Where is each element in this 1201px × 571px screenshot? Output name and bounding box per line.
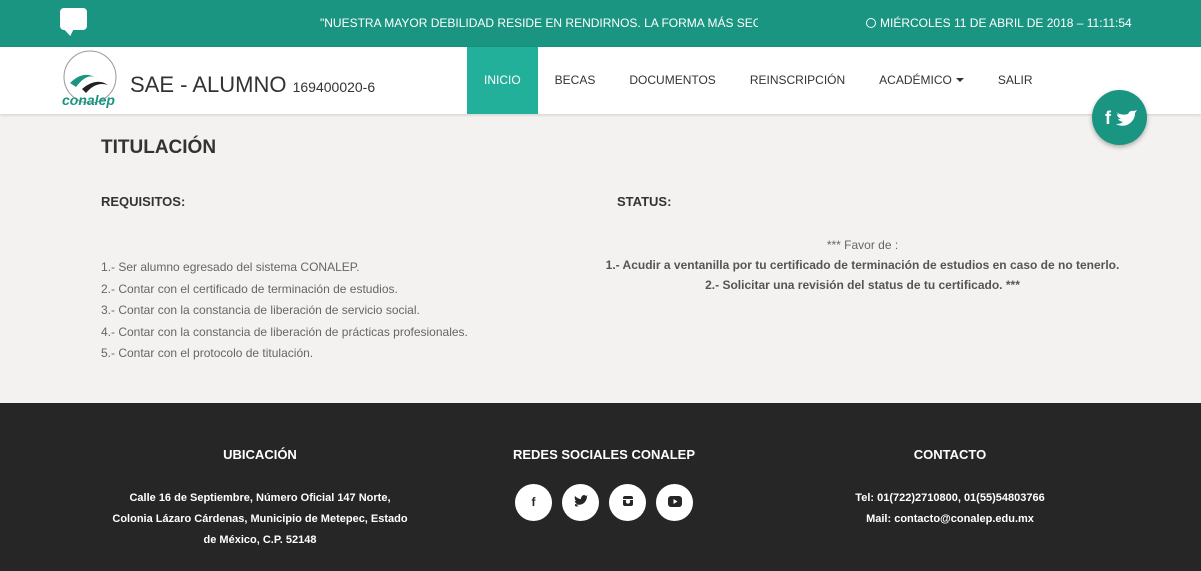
requirements-list: 1.- Ser alumno egresado del sistema CONA… (101, 257, 468, 365)
nav-item-academico-label: ACADÉMICO (879, 73, 952, 87)
contact-mail[interactable]: Mail: contacto@conalep.edu.mx (800, 509, 1100, 530)
nav-item-becas[interactable]: BECAS (538, 47, 613, 114)
page-title: TITULACIÓN (101, 137, 217, 158)
logo-text: conalep (62, 92, 115, 108)
status-message: *** Favor de : 1.- Acudir a ventanilla p… (600, 235, 1125, 295)
date-time: MIÉRCOLES 11 DE ABRIL DE 2018 – 11:11:54 (866, 16, 1132, 30)
facebook-twitter-icon: f (1105, 108, 1137, 128)
status-line: *** Favor de : (826, 238, 899, 252)
address-line: de México, C.P. 52148 (203, 534, 317, 546)
clock-icon (866, 18, 876, 28)
social-share-button[interactable]: f (1092, 90, 1147, 145)
footer: UBICACIÓN Calle 16 de Septiembre, Número… (0, 403, 1201, 571)
address-line: Colonia Lázaro Cárdenas, Municipio de Me… (112, 513, 408, 525)
requirement-item: 4.- Contar con la constancia de liberaci… (101, 324, 468, 339)
nav-item-salir[interactable]: SALIR (981, 47, 1050, 114)
status-line: 1.- Acudir a ventanilla por tu certifica… (605, 258, 1120, 272)
nav-item-reinscripcion[interactable]: REINSCRIPCIÓN (733, 47, 862, 114)
contact-title: CONTACTO (913, 447, 987, 462)
twitter-icon[interactable] (562, 484, 599, 521)
nav-item-documentos[interactable]: DOCUMENTOS (612, 47, 732, 114)
youtube-icon[interactable] (656, 484, 693, 521)
footer-location: UBICACIÓN Calle 16 de Septiembre, Número… (98, 447, 422, 551)
chat-bubble-icon[interactable] (60, 8, 87, 30)
date-time-text: MIÉRCOLES 11 DE ABRIL DE 2018 – 11:11:54 (880, 16, 1132, 30)
contact-phone: Tel: 01(722)2710800, 01(55)54803766 (855, 492, 1045, 504)
top-bar: "NUESTRA MAYOR DEBILIDAD RESIDE EN RENDI… (0, 0, 1201, 47)
requirement-item: 5.- Contar con el protocolo de titulació… (101, 346, 314, 360)
requirement-item: 1.- Ser alumno egresado del sistema CONA… (101, 260, 360, 274)
social-title: REDES SOCIALES CONALEP (512, 447, 696, 462)
status-title: STATUS: (617, 194, 672, 209)
nav-item-inicio[interactable]: INICIO (467, 47, 538, 114)
svg-text:f: f (1105, 108, 1112, 128)
app-title: SAE - ALUMNO 169400020-6 (130, 72, 375, 98)
status-line: 2.- Solicitar una revisión del status de… (705, 278, 1020, 292)
location-title: UBICACIÓN (223, 447, 297, 462)
marquee-text: "NUESTRA MAYOR DEBILIDAD RESIDE EN RENDI… (320, 16, 758, 30)
social-links: f (505, 484, 703, 521)
instagram-icon[interactable] (609, 484, 646, 521)
requirement-item: 3.- Contar con la constancia de liberaci… (101, 303, 420, 317)
student-id: 169400020-6 (292, 79, 376, 95)
facebook-icon[interactable]: f (515, 484, 552, 521)
main-nav: INICIO BECAS DOCUMENTOS REINSCRIPCIÓN AC… (467, 47, 1050, 114)
footer-social: REDES SOCIALES CONALEP f (505, 447, 703, 521)
nav-item-academico[interactable]: ACADÉMICO (862, 47, 981, 114)
chevron-down-icon (955, 78, 964, 82)
requirement-item: 2.- Contar con el certificado de termina… (101, 281, 398, 296)
requirements-title: REQUISITOS: (101, 194, 186, 209)
footer-contact: CONTACTO Tel: 01(722)2710800, 01(55)5480… (800, 447, 1100, 530)
app-title-text: SAE - ALUMNO (130, 72, 287, 97)
address-line: Calle 16 de Septiembre, Número Oficial 1… (129, 492, 391, 504)
navbar: conalep SAE - ALUMNO 169400020-6 INICIO … (0, 47, 1201, 114)
